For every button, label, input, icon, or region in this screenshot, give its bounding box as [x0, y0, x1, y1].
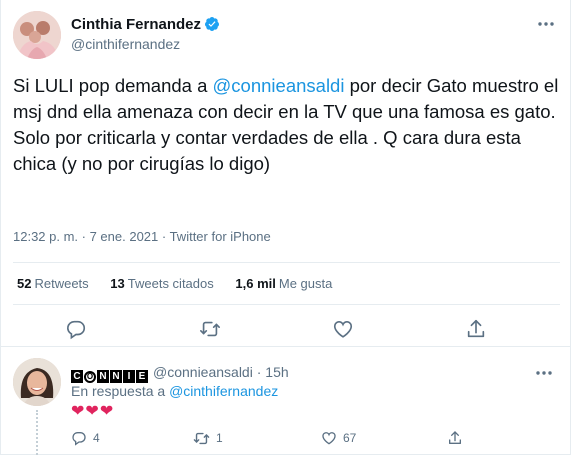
thread-line [36, 410, 38, 455]
reply-to-line: En respuesta a @cinthifernandez [71, 383, 278, 399]
retweet-count: 1 [216, 431, 223, 445]
share-icon[interactable] [465, 318, 487, 340]
author-name-text: Cinthia Fernandez [71, 16, 202, 33]
quotes-label: Tweets citados [127, 276, 214, 291]
reply-avatar[interactable] [13, 358, 61, 406]
mention-link[interactable]: @connieansaldi [213, 75, 345, 96]
more-icon[interactable] [536, 14, 556, 34]
quotes-count: 13 [110, 276, 125, 291]
quotes-stat[interactable]: 13 Tweets citados [110, 276, 213, 291]
engagement-stats: 52 Retweets 13 Tweets citados 1,6 mil Me gu… [17, 276, 350, 291]
likes-count: 1,6 mil [235, 276, 276, 291]
likes-stat[interactable]: 1,6 mil Me gusta [235, 276, 332, 291]
like-count: 67 [343, 431, 357, 445]
retweet-icon [193, 430, 210, 447]
reply-share-action[interactable] [447, 430, 463, 446]
tweet-embed-frame: Cinthia Fernandez @cinthifernandez Si LU… [0, 0, 571, 455]
reply-retweet-action[interactable]: 1 [193, 430, 223, 446]
tweet-text-part: Si LULI pop demanda a [13, 75, 213, 96]
share-icon [447, 430, 463, 446]
reply-time[interactable]: · 15h [257, 364, 289, 380]
reply-count: 4 [93, 431, 100, 445]
reply-content: ❤❤❤ [71, 403, 115, 420]
likes-label: Me gusta [278, 276, 333, 291]
like-icon[interactable] [332, 318, 354, 340]
retweets-label: Retweets [34, 276, 89, 291]
main-tweet: Cinthia Fernandez @cinthifernandez Si LU… [1, 0, 571, 347]
author-handle[interactable]: @cinthifernandez [71, 36, 180, 52]
tweet-text: Si LULI pop demanda a @connieansaldi por… [13, 73, 563, 177]
reply-like-action[interactable]: 67 [321, 430, 356, 446]
connie-logo: CONNIE [71, 366, 149, 383]
reply-author-handle: @connieansaldi [153, 364, 253, 380]
reply-icon[interactable] [65, 318, 87, 340]
reply-icon [71, 430, 87, 446]
author-name[interactable]: Cinthia Fernandez [71, 16, 220, 33]
like-icon [321, 430, 337, 446]
divider [13, 262, 560, 263]
avatar[interactable] [13, 11, 61, 59]
divider [13, 304, 560, 305]
reply-to-handle[interactable]: @cinthifernandez [169, 383, 278, 399]
retweets-count: 52 [17, 276, 32, 291]
retweet-icon[interactable] [199, 318, 221, 340]
retweets-stat[interactable]: 52 Retweets [17, 276, 89, 291]
more-icon[interactable] [534, 363, 554, 383]
reply-author[interactable]: CONNIE @connieansaldi · 15h [71, 364, 289, 383]
reply-reply-action[interactable]: 4 [71, 430, 100, 446]
reply-to-prefix: En respuesta a [71, 383, 166, 399]
verified-icon [204, 16, 220, 32]
tweet-timestamp[interactable]: 12:32 p. m. · 7 ene. 2021 · Twitter for … [13, 229, 271, 244]
